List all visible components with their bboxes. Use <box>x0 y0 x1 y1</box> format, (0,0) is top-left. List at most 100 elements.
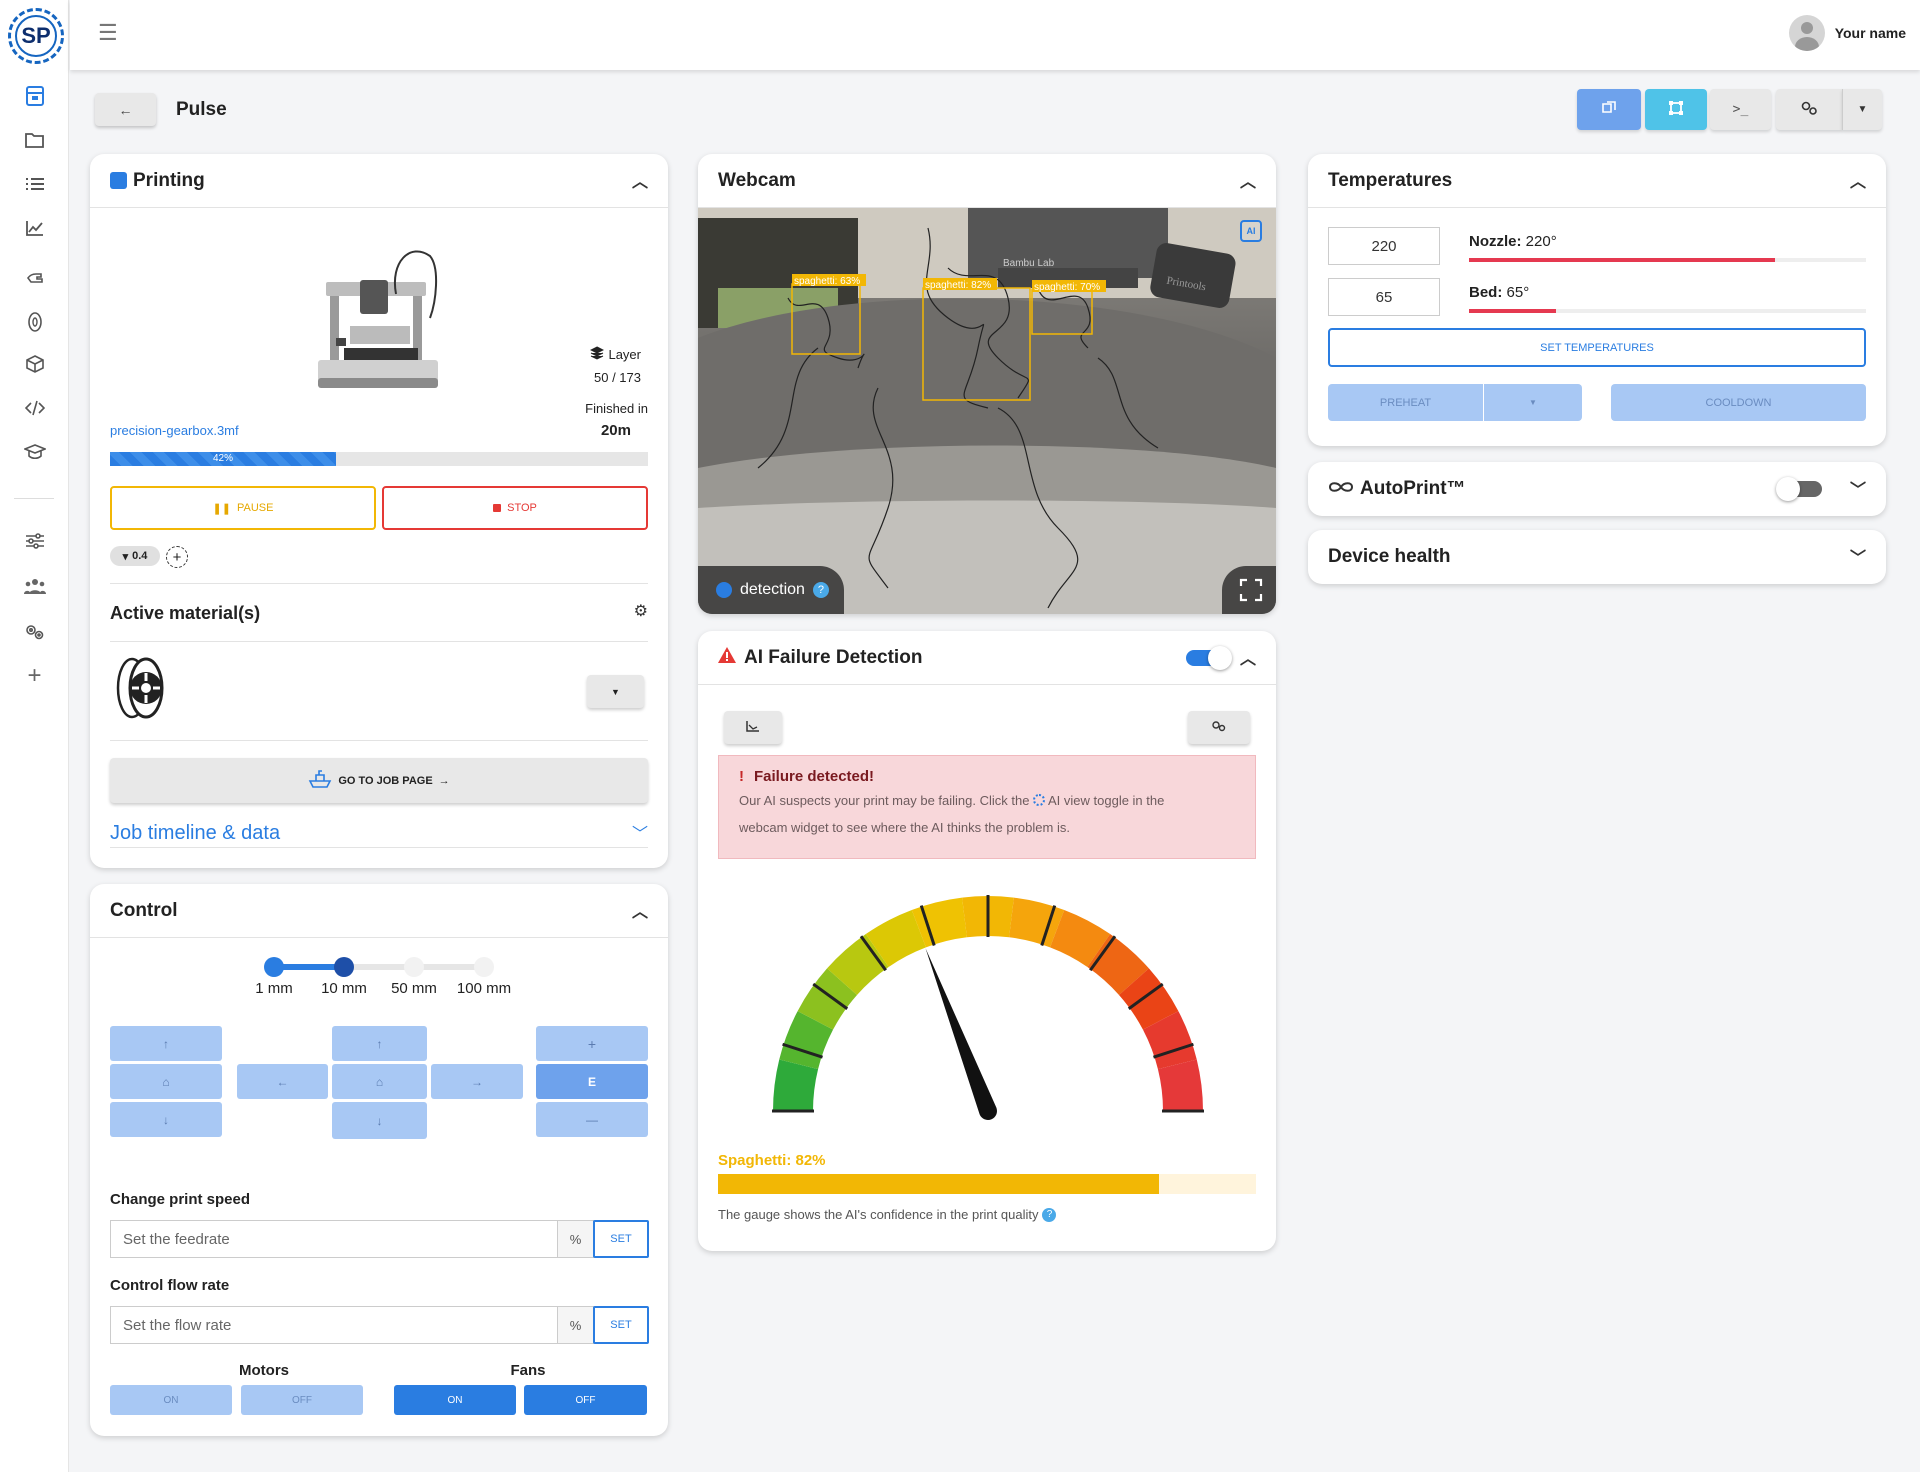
filament-icon[interactable] <box>0 302 69 342</box>
code-icon[interactable] <box>0 388 69 428</box>
material-dropdown-icon[interactable]: ▼ <box>587 675 644 708</box>
z-home-icon[interactable]: ⌂ <box>110 1064 222 1099</box>
ai-settings-button[interactable] <box>1188 711 1250 744</box>
preheat-button[interactable]: PREHEAT <box>1328 384 1483 421</box>
stop-button[interactable]: STOP <box>382 486 648 530</box>
plus-icon[interactable]: + <box>0 656 69 696</box>
fans-on-button[interactable]: ON <box>394 1385 516 1415</box>
ai-chip-icon[interactable]: AI <box>1240 220 1262 242</box>
chevron-down-icon[interactable]: ﹀ <box>632 820 648 844</box>
z-up-arrow-icon[interactable]: ↑ <box>110 1026 222 1061</box>
fans-off-button[interactable]: OFF <box>524 1385 647 1415</box>
x-left-arrow-icon[interactable]: ← <box>237 1064 328 1099</box>
detection-toggle[interactable]: detection ? <box>698 566 844 614</box>
folder-icon[interactable] <box>0 120 69 160</box>
terminal-icon[interactable]: >_ <box>1710 89 1771 130</box>
motors-off-button[interactable]: OFF <box>241 1385 363 1415</box>
device-health-header[interactable]: Device health ﹀ <box>1308 530 1886 584</box>
autoprint-toggle[interactable] <box>1776 477 1822 501</box>
nozzle-temp-input[interactable]: 220 <box>1328 227 1440 265</box>
temperatures-header[interactable]: Temperatures ︿ <box>1308 154 1886 208</box>
x-right-arrow-icon[interactable]: → <box>431 1064 523 1099</box>
help-icon[interactable]: ? <box>812 582 829 598</box>
step-dot-100[interactable] <box>474 957 494 977</box>
topbar: ☰ Your name <box>70 0 1920 70</box>
printer-icon[interactable] <box>0 76 69 116</box>
autoprint-header[interactable]: AutoPrint™ ﹀ <box>1308 462 1886 516</box>
gear-icon[interactable]: ⚙ <box>634 601 648 621</box>
extruder-button[interactable]: E <box>536 1064 648 1099</box>
ai-toggle[interactable] <box>1186 646 1232 670</box>
sliders-icon[interactable] <box>0 521 69 561</box>
layers-icon <box>590 346 605 363</box>
avatar <box>1788 15 1825 51</box>
extrude-minus-button[interactable]: — <box>536 1102 648 1137</box>
chevron-down-icon[interactable]: ﹀ <box>1850 476 1866 500</box>
step-slider-track[interactable] <box>274 964 484 970</box>
chevron-down-icon[interactable]: ﹀ <box>1850 544 1866 568</box>
bed-temp-input[interactable]: 65 <box>1328 278 1440 316</box>
printing-header[interactable]: Printing ︿ <box>90 154 668 208</box>
alert-text-1: Our AI suspects your print may be failin… <box>739 793 1030 808</box>
chart-button[interactable] <box>724 711 782 744</box>
add-nozzle-icon[interactable]: + <box>166 546 188 568</box>
flowrate-input[interactable]: Set the flow rate <box>110 1306 558 1344</box>
y-up-arrow-icon[interactable]: ↑ <box>332 1026 427 1061</box>
step-dot-50[interactable] <box>404 957 424 977</box>
fans-title: Fans <box>510 1362 546 1379</box>
set-flowrate-button[interactable]: SET <box>593 1306 649 1344</box>
ai-header[interactable]: AI Failure Detection ︿ <box>698 631 1276 685</box>
chart-icon[interactable] <box>0 208 69 248</box>
back-button[interactable]: ← <box>95 93 156 126</box>
sidebar: SP + <box>0 0 69 1472</box>
stop-icon <box>493 504 502 512</box>
control-header[interactable]: Control ︿ <box>90 884 668 938</box>
set-feedrate-button[interactable]: SET <box>593 1220 649 1258</box>
printing-title: Printing <box>133 169 205 191</box>
divider <box>110 583 648 584</box>
autoprint-card: AutoPrint™ ﹀ <box>1308 462 1886 516</box>
step-dot-10[interactable] <box>334 957 354 977</box>
user-menu[interactable]: Your name <box>1788 15 1906 51</box>
timeline-link[interactable]: Job timeline & data <box>110 822 280 845</box>
extrude-plus-button[interactable]: + <box>536 1026 648 1061</box>
preheat-dropdown-icon[interactable]: ▼ <box>1484 384 1582 421</box>
filename-link[interactable]: precision-gearbox.3mf <box>110 423 239 438</box>
settings-button[interactable] <box>1776 89 1842 130</box>
webcam-header[interactable]: Webcam ︿ <box>698 154 1276 208</box>
printer-image <box>310 242 460 402</box>
set-temperatures-button[interactable]: SET TEMPERATURES <box>1328 328 1866 367</box>
gears-icon[interactable] <box>0 612 69 652</box>
chevron-up-icon[interactable]: ︿ <box>632 898 648 922</box>
chevron-up-icon[interactable]: ︿ <box>1850 168 1866 192</box>
menu-icon[interactable]: ☰ <box>98 20 118 46</box>
feedrate-input[interactable]: Set the feedrate <box>110 1220 558 1258</box>
focus-view-button[interactable] <box>1645 89 1707 130</box>
fullscreen-icon[interactable] <box>1222 566 1276 614</box>
settings-dropdown-icon[interactable]: ▼ <box>1842 89 1882 130</box>
ship-icon <box>308 769 332 792</box>
motors-on-button[interactable]: ON <box>110 1385 232 1415</box>
xy-home-icon[interactable]: ⌂ <box>332 1064 427 1099</box>
pause-button[interactable]: ❚❚ PAUSE <box>110 486 376 530</box>
chevron-up-icon[interactable]: ︿ <box>1240 645 1256 669</box>
step-dot-1[interactable] <box>264 957 284 977</box>
cooldown-button[interactable]: COOLDOWN <box>1611 384 1866 421</box>
z-down-arrow-icon[interactable]: ↓ <box>110 1102 222 1137</box>
device-health-card: Device health ﹀ <box>1308 530 1886 584</box>
graduation-icon[interactable] <box>0 432 69 472</box>
nozzle-badge[interactable]: ▾ 0.4 <box>110 546 160 566</box>
go-to-job-button[interactable]: GO TO JOB PAGE → <box>110 758 648 803</box>
chevron-up-icon[interactable]: ︿ <box>1240 168 1256 192</box>
chevron-up-icon[interactable]: ︿ <box>632 168 648 192</box>
multi-view-button[interactable] <box>1577 89 1641 130</box>
help-icon[interactable]: ? <box>1042 1207 1057 1222</box>
list-icon[interactable] <box>0 164 69 204</box>
y-down-arrow-icon[interactable]: ↓ <box>332 1102 427 1139</box>
users-icon[interactable] <box>0 566 69 606</box>
exclamation-icon: ! <box>739 768 744 785</box>
logo[interactable]: SP <box>8 8 64 64</box>
hand-icon[interactable] <box>0 256 69 296</box>
cube-icon[interactable] <box>0 344 69 384</box>
webcam-feed[interactable]: Bambu Lab Printools spaghetti: 63% spagh… <box>698 208 1276 614</box>
